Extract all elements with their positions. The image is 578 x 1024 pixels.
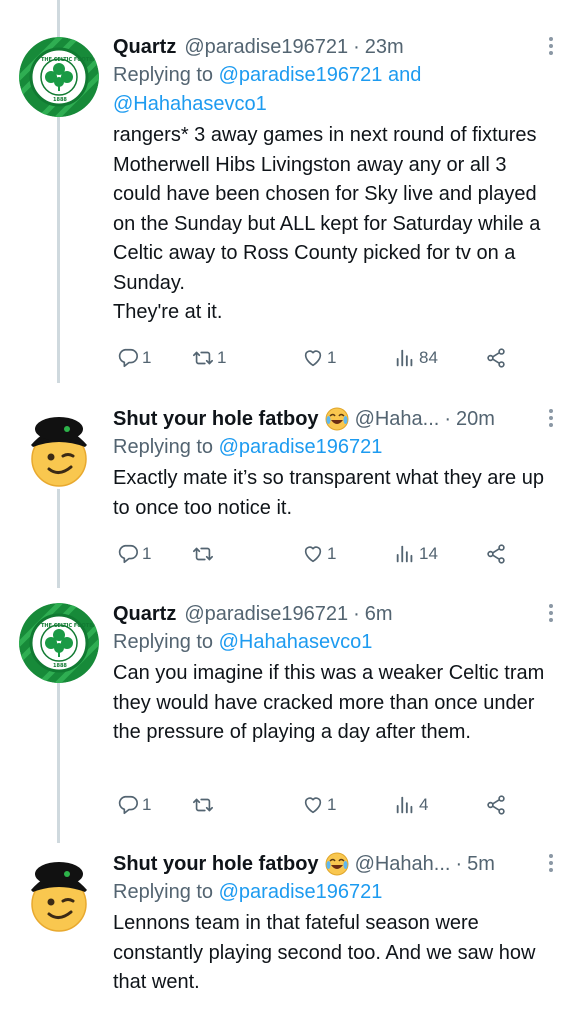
retweet-button[interactable]: [192, 794, 214, 816]
like-button[interactable]: 1: [302, 794, 336, 816]
mention-link[interactable]: @paradise196721: [219, 881, 383, 903]
action-bar: 1 1 1 84: [113, 343, 558, 373]
mention-link[interactable]: @paradise196721 and: [219, 64, 422, 86]
celtic-crest-icon: [19, 37, 99, 117]
retweet-icon: [193, 547, 213, 561]
share-button[interactable]: [485, 347, 507, 369]
avatar[interactable]: [19, 37, 99, 117]
replying-to: Replying to @paradise196721: [113, 433, 558, 462]
retweet-button[interactable]: [192, 543, 214, 565]
celtic-crest-icon: [19, 603, 99, 683]
replying-to: Replying to @paradise196721 and @Hahahas…: [113, 61, 558, 119]
tweet[interactable]: Shut your hole fatboy @Haha... · 20m Rep…: [0, 395, 578, 590]
replying-prefix: Replying to: [113, 881, 219, 903]
tweet-text: Can you imagine if this was a weaker Cel…: [113, 662, 545, 743]
winking-face-icon: [19, 409, 99, 489]
views-button[interactable]: 14: [394, 543, 438, 565]
mention-link[interactable]: @paradise196721: [219, 436, 383, 458]
view-count: 4: [419, 795, 429, 814]
timestamp[interactable]: 23m: [365, 36, 404, 59]
like-button[interactable]: 1: [302, 347, 336, 369]
replying-to: Replying to @paradise196721: [113, 878, 558, 907]
avatar[interactable]: [19, 854, 99, 934]
reply-icon: [118, 348, 138, 368]
retweet-icon: [193, 798, 213, 812]
reply-button[interactable]: 1: [117, 794, 151, 816]
tweet-text: Lennons team in that fateful season were…: [113, 912, 536, 993]
winking-face-icon: [19, 854, 99, 934]
share-icon: [487, 795, 505, 815]
avatar[interactable]: [19, 409, 99, 489]
tweet[interactable]: Quartz @paradise196721 · 23m Replying to…: [0, 0, 578, 395]
retweet-button[interactable]: 1: [192, 347, 226, 369]
heart-icon: [304, 350, 322, 367]
share-icon: [487, 544, 505, 564]
separator: ·: [353, 35, 360, 58]
user-handle[interactable]: @Hahah...: [355, 853, 451, 876]
retweet-count: 1: [217, 348, 227, 367]
separator: ·: [455, 852, 463, 875]
heart-icon: [304, 797, 322, 814]
heart-icon: [304, 546, 322, 563]
more-options-icon[interactable]: [548, 409, 554, 429]
tears-of-joy-icon: [324, 407, 349, 431]
timestamp[interactable]: 20m: [456, 408, 495, 431]
replying-prefix: Replying to: [113, 631, 219, 653]
user-handle[interactable]: @paradise196721: [184, 36, 348, 59]
like-count: 1: [327, 348, 337, 367]
views-button[interactable]: 4: [394, 794, 428, 816]
mention-link[interactable]: @Hahahasevco1: [113, 93, 267, 115]
replying-prefix: Replying to: [113, 436, 219, 458]
avatar[interactable]: [19, 603, 99, 683]
share-button[interactable]: [485, 794, 507, 816]
reply-count: 1: [142, 348, 152, 367]
reply-button[interactable]: 1: [117, 543, 151, 565]
tweet-text: rangers* 3 away games in next round of f…: [113, 124, 541, 323]
more-options-icon[interactable]: [548, 37, 554, 57]
reply-icon: [118, 544, 138, 564]
replying-to: Replying to @Hahahasevco1: [113, 628, 558, 657]
action-bar: 1 1 4: [113, 790, 558, 820]
tweet[interactable]: Shut your hole fatboy @Hahah... · 5m Rep…: [0, 840, 578, 1024]
timestamp[interactable]: 6m: [365, 603, 393, 626]
display-name[interactable]: Quartz: [113, 603, 176, 626]
like-count: 1: [327, 795, 337, 814]
separator: ·: [353, 602, 360, 625]
display-name[interactable]: Shut your hole fatboy: [113, 408, 319, 431]
reply-count: 1: [142, 544, 152, 563]
more-options-icon[interactable]: [548, 854, 554, 874]
like-count: 1: [327, 544, 337, 563]
reply-count: 1: [142, 795, 152, 814]
timestamp[interactable]: 5m: [467, 853, 495, 876]
user-handle[interactable]: @Haha...: [355, 408, 440, 431]
share-icon: [487, 348, 505, 368]
share-button[interactable]: [485, 543, 507, 565]
tweet[interactable]: Quartz @paradise196721 · 6m Replying to …: [0, 590, 578, 835]
view-count: 14: [419, 544, 438, 563]
view-count: 84: [419, 348, 438, 367]
reply-button[interactable]: 1: [117, 347, 151, 369]
mention-link[interactable]: @Hahahasevco1: [219, 631, 373, 653]
retweet-icon: [193, 351, 213, 365]
bar-chart-icon: [396, 349, 413, 367]
separator: ·: [444, 407, 452, 430]
tears-of-joy-icon: [324, 852, 349, 876]
views-button[interactable]: 84: [394, 347, 438, 369]
reply-icon: [118, 795, 138, 815]
bar-chart-icon: [396, 796, 413, 814]
like-button[interactable]: 1: [302, 543, 336, 565]
user-handle[interactable]: @paradise196721: [184, 603, 348, 626]
bar-chart-icon: [396, 545, 413, 563]
display-name[interactable]: Quartz: [113, 36, 176, 59]
tweet-text: Exactly mate it’s so transparent what th…: [113, 467, 544, 519]
action-bar: 1 1 14: [113, 539, 558, 569]
replying-prefix: Replying to: [113, 64, 219, 86]
more-options-icon[interactable]: [548, 604, 554, 624]
display-name[interactable]: Shut your hole fatboy: [113, 853, 319, 876]
